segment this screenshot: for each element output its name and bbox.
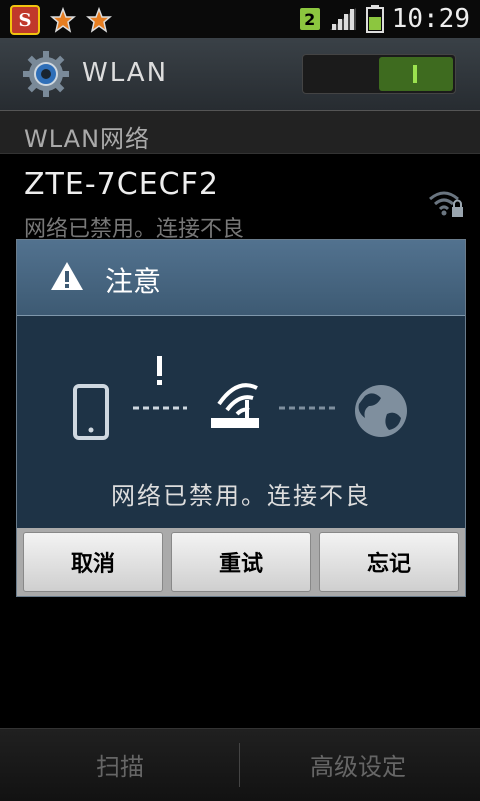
- divider: [239, 743, 240, 787]
- section-header: WLAN网络: [0, 111, 480, 154]
- warning-icon: [51, 262, 83, 290]
- advanced-settings-button[interactable]: 高级设定: [310, 747, 406, 782]
- star-icon: [86, 7, 112, 33]
- dialog-title: 注意: [105, 265, 162, 298]
- forget-button[interactable]: 忘记: [319, 532, 459, 592]
- toggle-on-indicator: [413, 65, 417, 83]
- signal-icon: [329, 8, 356, 30]
- gear-icon: [23, 51, 69, 97]
- page-title: WLAN: [82, 58, 169, 88]
- wlan-header: WLAN: [0, 38, 480, 111]
- toggle-knob: [379, 57, 453, 91]
- router-icon: [211, 383, 259, 428]
- globe-icon: [355, 385, 407, 437]
- section-title: WLAN网络: [24, 125, 151, 153]
- notification-icons: S: [10, 5, 112, 35]
- cancel-button[interactable]: 取消: [23, 532, 163, 592]
- retry-button[interactable]: 重试: [171, 532, 311, 592]
- battery-icon: [365, 5, 384, 33]
- dialog-message: 网络已禁用。连接不良: [111, 482, 371, 510]
- phone-icon: [73, 384, 109, 440]
- attention-dialog: 注意 网络已禁用。连接不良 取消 重试 忘记: [16, 239, 466, 597]
- exclamation-icon: [157, 356, 162, 385]
- wlan-toggle[interactable]: [302, 54, 456, 94]
- app-s-icon: S: [10, 5, 40, 35]
- bottom-action-bar: 扫描 高级设定: [0, 728, 480, 801]
- clock: 10:29: [391, 4, 470, 34]
- dialog-buttons: 取消 重试 忘记: [17, 528, 465, 596]
- system-status: 2 10:29: [299, 4, 470, 34]
- sim-badge: 2: [299, 8, 320, 30]
- scan-button[interactable]: 扫描: [96, 747, 144, 782]
- wifi-lock-icon: [429, 191, 463, 217]
- dialog-header: 注意: [17, 240, 465, 316]
- network-list-item[interactable]: ZTE-7CECF2 网络已禁用。连接不良: [0, 153, 480, 243]
- status-bar: S 2 10:29: [0, 0, 480, 38]
- connection-graphic: [73, 356, 407, 440]
- network-ssid: ZTE-7CECF2: [24, 167, 219, 202]
- star-icon: [50, 7, 76, 33]
- dialog-body: 网络已禁用。连接不良: [17, 316, 465, 528]
